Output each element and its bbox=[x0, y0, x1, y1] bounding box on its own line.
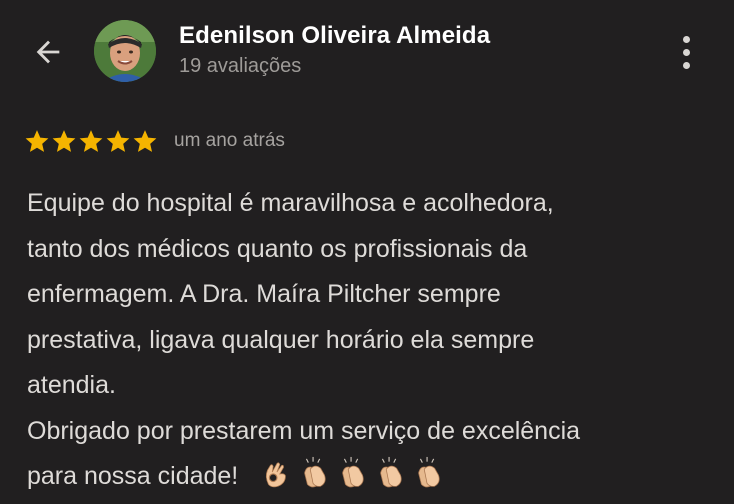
star-icon bbox=[79, 130, 103, 152]
arrow-left-icon bbox=[36, 40, 60, 64]
more-vert-icon-dot bbox=[682, 48, 690, 56]
star-icon bbox=[25, 130, 49, 152]
review-header: Edenilson Oliveira Almeida 19 avaliações bbox=[0, 0, 734, 110]
more-vert-icon bbox=[682, 35, 690, 43]
star-icon bbox=[106, 130, 130, 152]
clapping-hands-icon bbox=[380, 457, 402, 488]
review-text-line: atendia. bbox=[27, 371, 116, 399]
avatar-image bbox=[94, 20, 156, 82]
review-text-line: tanto dos médicos quanto os profissionai… bbox=[27, 234, 528, 263]
review-time: um ano atrás bbox=[174, 130, 285, 151]
star-rating bbox=[24, 128, 158, 154]
review-text: Equipe do hospital é maravilhosa e acolh… bbox=[27, 181, 727, 500]
ok-hand-icon bbox=[266, 462, 287, 488]
star-icon bbox=[133, 130, 157, 152]
more-vert-icon-dot bbox=[682, 61, 690, 69]
review-text-last-line: para nossa cidade! bbox=[27, 454, 727, 500]
avatar[interactable] bbox=[94, 20, 156, 82]
review-text-line: prestativa, ligava qualquer horário ela … bbox=[27, 325, 535, 354]
review-text-line: Obrigado por prestarem um serviço de exc… bbox=[27, 416, 581, 445]
rating-row: um ano atrás bbox=[24, 126, 285, 156]
clapping-hands-icon bbox=[342, 457, 364, 488]
review-text-line: Equipe do hospital é maravilhosa e acolh… bbox=[27, 189, 554, 217]
review-text-line: enfermagem. A Dra. Maíra Piltcher sempre bbox=[27, 280, 501, 308]
clapping-hands-icon bbox=[418, 457, 440, 488]
review-text-line: para nossa cidade! bbox=[27, 462, 239, 490]
more-options-button[interactable] bbox=[668, 30, 704, 74]
star-icon bbox=[52, 130, 76, 152]
emoji-row bbox=[259, 456, 445, 490]
reviewer-review-count: 19 avaliações bbox=[179, 55, 302, 77]
back-button[interactable] bbox=[28, 32, 68, 72]
clapping-hands-icon bbox=[304, 457, 326, 488]
reviewer-name[interactable]: Edenilson Oliveira Almeida bbox=[179, 22, 490, 50]
